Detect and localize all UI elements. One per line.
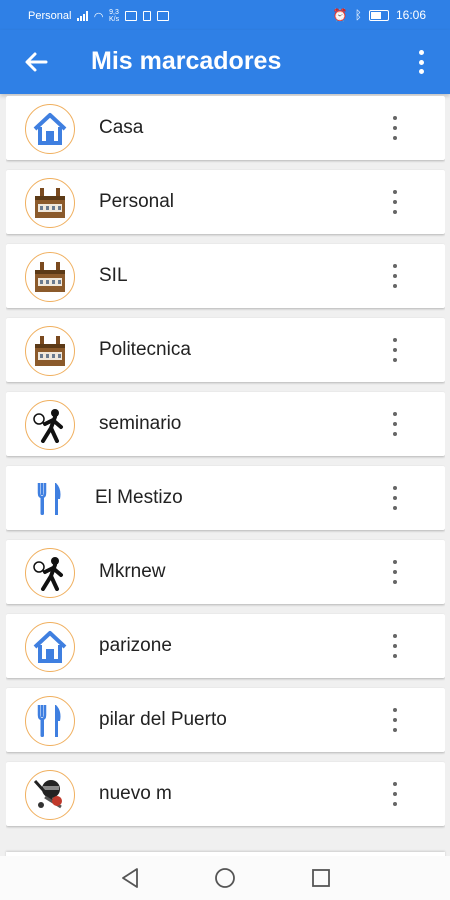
status-bar: Personal ◜◝ 9,3 K/s ⏰ ᛒ 16:06 — [0, 0, 450, 30]
building-icon — [25, 178, 75, 228]
bookmark-item-politecnica[interactable]: Politecnica — [6, 318, 445, 382]
mail-icon — [125, 11, 138, 21]
image-icon — [157, 11, 170, 21]
network-speed: 9,3 K/s — [108, 9, 120, 23]
bookmark-item-nuevo-m[interactable]: nuevo m — [6, 762, 445, 826]
more-vert-icon[interactable] — [390, 116, 400, 140]
building-icon — [25, 252, 75, 302]
more-vert-icon[interactable] — [390, 264, 400, 288]
tennis-player-icon — [25, 400, 75, 450]
bookmark-item-parizone[interactable]: parizone — [6, 614, 445, 678]
bookmark-label: Mkrnew — [99, 561, 166, 582]
battery-icon — [368, 9, 389, 21]
carrier-name: Personal — [28, 10, 72, 22]
bluetooth-icon: ᛒ — [354, 8, 362, 22]
fork-knife-icon — [25, 696, 75, 746]
signal-icon — [77, 11, 89, 21]
more-vert-icon[interactable] — [390, 560, 400, 584]
bookmark-list[interactable]: Casa Personal SIL Politecnica seminario — [6, 96, 445, 856]
more-vert-icon[interactable] — [390, 190, 400, 214]
more-vert-icon[interactable] — [390, 782, 400, 806]
system-nav-bar — [0, 856, 450, 900]
alarm-icon: ⏰ — [332, 8, 348, 22]
bookmark-label: nuevo m — [99, 783, 172, 804]
more-vert-icon[interactable] — [390, 486, 400, 510]
sim-icon — [143, 11, 152, 21]
bookmark-label: parizone — [99, 635, 172, 656]
house-icon — [25, 104, 75, 154]
nav-recents-icon[interactable] — [308, 866, 334, 890]
bookmark-label: pilar del Puerto — [99, 709, 227, 730]
house-icon — [25, 622, 75, 672]
more-vert-icon[interactable] — [390, 634, 400, 658]
bookmark-label: El Mestizo — [95, 487, 183, 508]
wifi-icon: ◜◝ — [94, 10, 103, 23]
bookmark-item-seminario[interactable]: seminario — [6, 392, 445, 456]
clock-time: 16:06 — [395, 8, 426, 22]
more-vert-icon[interactable] — [412, 50, 430, 74]
app-bar: Mis marcadores — [0, 30, 450, 94]
status-left: Personal ◜◝ 9,3 K/s — [28, 9, 170, 23]
status-right: ⏰ ᛒ 16:06 — [333, 8, 426, 22]
bookmark-item-personal[interactable]: Personal — [6, 170, 445, 234]
hockey-player-icon — [25, 770, 75, 820]
nav-back-icon[interactable] — [117, 866, 143, 890]
bookmark-item-casa[interactable]: Casa — [6, 96, 445, 160]
bookmark-item-pilar-del-puerto[interactable]: pilar del Puerto — [6, 688, 445, 752]
more-vert-icon[interactable] — [390, 338, 400, 362]
page-title: Mis marcadores — [91, 47, 282, 75]
fork-knife-icon — [25, 474, 75, 524]
bookmark-label: seminario — [99, 413, 182, 434]
bookmark-label: Personal — [99, 191, 174, 212]
back-arrow-icon[interactable] — [22, 48, 50, 76]
nav-home-icon[interactable] — [212, 866, 238, 890]
more-vert-icon[interactable] — [390, 412, 400, 436]
bookmark-label: SIL — [99, 265, 128, 286]
building-icon — [25, 326, 75, 376]
bookmark-item-el-mestizo[interactable]: El Mestizo — [6, 466, 445, 530]
bookmark-item-mkrnew[interactable]: Mkrnew — [6, 540, 445, 604]
bookmark-label: Casa — [99, 117, 144, 138]
bookmark-label: Politecnica — [99, 339, 191, 360]
bookmark-item-sil[interactable]: SIL — [6, 244, 445, 308]
more-vert-icon[interactable] — [390, 708, 400, 732]
tennis-player-icon — [25, 548, 75, 598]
